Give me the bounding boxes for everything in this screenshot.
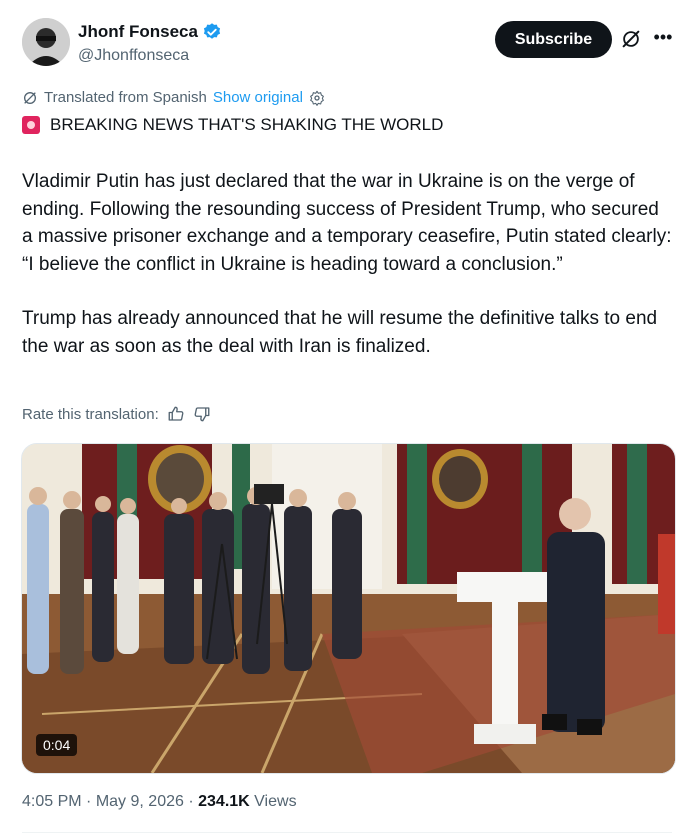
author-name-text[interactable]: Jhonf Fonseca	[78, 22, 198, 42]
views-label: Views	[254, 793, 297, 810]
headline-text: BREAKING NEWS THAT'S SHAKING THE WORLD	[50, 115, 444, 134]
subscribe-button[interactable]: Subscribe	[495, 21, 612, 58]
avatar-image	[22, 18, 70, 66]
translate-icon	[24, 91, 36, 104]
translated-from-text: Translated from Spanish	[44, 89, 207, 106]
rate-translation-label: Rate this translation:	[22, 405, 159, 423]
post-body: Vladimir Putin has just declared that th…	[22, 168, 672, 387]
more-options-icon[interactable]: •••	[652, 26, 674, 48]
siren-emoji-icon	[22, 116, 40, 134]
post-date[interactable]: May 9, 2026	[96, 793, 184, 810]
post-paragraph: Vladimir Putin has just declared that th…	[22, 171, 672, 275]
show-original-link[interactable]: Show original	[213, 89, 303, 106]
author-avatar[interactable]	[22, 18, 70, 66]
grok-icon[interactable]	[620, 28, 642, 50]
meta-separator: ·	[188, 793, 194, 810]
post-time[interactable]: 4:05 PM	[22, 793, 82, 810]
post-headline: BREAKING NEWS THAT'S SHAKING THE WORLD	[22, 115, 443, 135]
post-paragraph: Trump has already announced that he will…	[22, 308, 658, 357]
divider	[22, 832, 672, 833]
author-name[interactable]: Jhonf Fonseca	[78, 22, 222, 42]
thumbs-down-icon[interactable]	[193, 405, 211, 423]
video-duration-badge: 0:04	[36, 734, 78, 756]
post-meta: 4:05 PM · May 9, 2026 · 234.1K Views	[22, 793, 297, 811]
views-count: 234.1K	[198, 793, 250, 810]
meta-separator: ·	[86, 793, 92, 810]
verified-badge-icon	[203, 23, 221, 39]
settings-gear-icon[interactable]	[309, 90, 325, 106]
rate-translation: Rate this translation:	[22, 405, 211, 423]
video-player[interactable]	[21, 443, 676, 774]
thumbs-up-icon[interactable]	[167, 405, 185, 423]
video-thumbnail	[22, 444, 675, 773]
author-handle[interactable]: @Jhonffonseca	[78, 47, 189, 65]
translation-note: Translated from Spanish Show original	[22, 89, 325, 106]
